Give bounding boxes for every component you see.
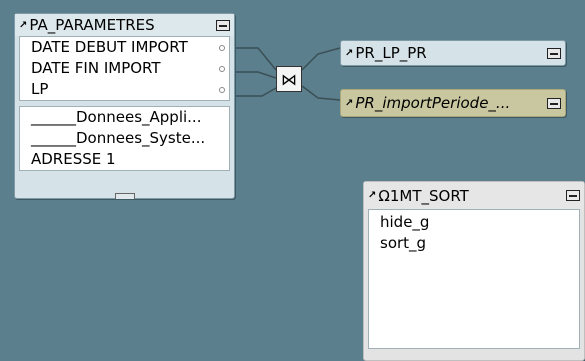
table-pr-import-periode[interactable]: ↗ PR_importPeriode_... (340, 89, 566, 117)
table-name: PR_LP_PR (355, 44, 427, 62)
link-arrow-icon: ↗ (368, 190, 377, 201)
table-title-bar[interactable]: ↗ Ω1MT_SORT (364, 182, 584, 209)
field-date-fin-import[interactable]: DATE FIN IMPORT (20, 58, 229, 79)
table-title-bar[interactable]: ↗ PR_LP_PR (341, 41, 565, 65)
link-arrow-icon: ↗ (345, 97, 354, 109)
field-adresse-1[interactable]: ADRESSE 1 (20, 149, 229, 170)
collapse-button-icon[interactable] (566, 190, 580, 201)
table-name: Ω1MT_SORT (378, 186, 469, 205)
link-point-icon (219, 66, 225, 72)
link-arrow-icon: ↗ (19, 19, 28, 31)
table-name: PA_PARAMETRES (29, 16, 155, 34)
collapse-button-icon[interactable] (547, 47, 561, 59)
table-1mt-sort[interactable]: ↗ Ω1MT_SORT hide_g sort_g (363, 181, 585, 361)
link-point-icon (219, 87, 225, 93)
link-arrow-icon: ↗ (345, 47, 354, 59)
scroll-handle[interactable] (115, 193, 135, 199)
field-hide-g[interactable]: hide_g (369, 212, 579, 233)
field-lp[interactable]: LP (20, 79, 229, 100)
field-date-debut-import[interactable]: DATE DEBUT IMPORT (20, 37, 229, 58)
collapse-button-icon[interactable] (216, 19, 230, 31)
field-list: DATE DEBUT IMPORT DATE FIN IMPORT LP (19, 36, 230, 101)
field-donnees-appli[interactable]: ______Donnees_Appli... (20, 107, 229, 128)
table-name: PR_importPeriode_... (355, 94, 511, 112)
link-point-icon (219, 45, 225, 51)
field-donnees-syste[interactable]: ______Donnees_Syste... (20, 128, 229, 149)
field-list: hide_g sort_g (368, 209, 580, 349)
join-bowtie-icon[interactable]: ⋈ (276, 66, 302, 92)
field-list-secondary: ______Donnees_Appli... ______Donnees_Sys… (19, 106, 230, 171)
table-pr-lp-pr[interactable]: ↗ PR_LP_PR (340, 40, 566, 66)
table-pa-parametres[interactable]: ↗ PA_PARAMETRES DATE DEBUT IMPORT DATE F… (14, 13, 235, 199)
collapse-button-icon[interactable] (547, 97, 561, 109)
table-title-bar[interactable]: ↗ PR_importPeriode_... (341, 90, 565, 116)
field-sort-g[interactable]: sort_g (369, 233, 579, 254)
table-title-bar[interactable]: ↗ PA_PARAMETRES (15, 14, 234, 36)
